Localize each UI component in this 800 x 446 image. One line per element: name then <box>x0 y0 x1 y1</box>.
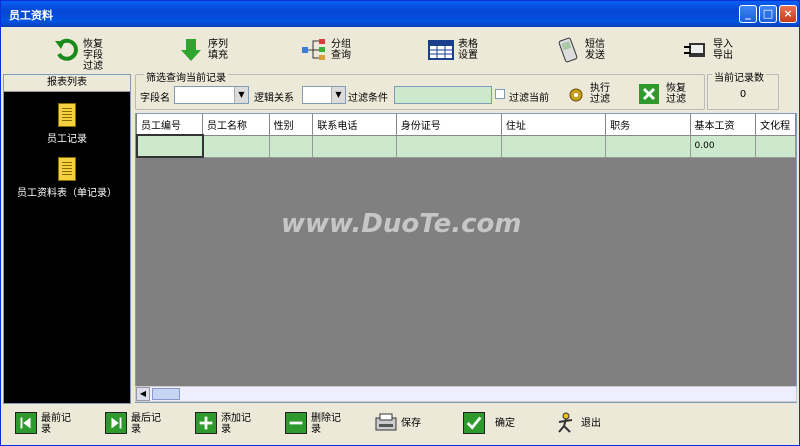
toolbar: 恢复 字段 过滤 序列 填充 分组 查询 表格 设置 短信 发送 导入 导出 <box>3 28 797 73</box>
column-header[interactable]: 员工名称 <box>202 114 270 136</box>
scroll-thumb[interactable] <box>152 388 180 400</box>
column-header[interactable]: 身份证号 <box>396 114 502 136</box>
window-title: 员工资料 <box>9 9 53 22</box>
minimize-button[interactable]: _ <box>739 5 757 23</box>
column-header[interactable]: 联系电话 <box>312 114 397 136</box>
execute-filter-label: 执行 过滤 <box>590 83 610 105</box>
gear-icon <box>569 88 583 102</box>
records-table: 员工编号 员工名称 性别 联系电话 身份证号 住址 职务 基本工资 文化程 0.… <box>136 114 796 158</box>
exit-icon <box>558 412 573 433</box>
report-book-icon <box>58 157 76 181</box>
data-grid[interactable]: 员工编号 员工名称 性别 联系电话 身份证号 住址 职务 基本工资 文化程 0.… <box>135 113 797 403</box>
tree-icon <box>302 39 325 60</box>
restore-filter-button[interactable]: 恢复 过滤 <box>638 81 698 109</box>
toolbar-label: 短信 发送 <box>585 39 605 61</box>
column-header[interactable]: 文化程 <box>755 114 796 136</box>
toolbar-label: 恢复 字段 过滤 <box>83 39 103 72</box>
button-label: 保存 <box>401 418 421 429</box>
button-label: 添加记 录 <box>221 413 251 435</box>
filter-group: 筛选查询当前记录 字段名 ▼ 逻辑关系 ▼ 过滤条件 过滤当前 执行 过滤 恢复… <box>135 69 705 110</box>
button-label: 退出 <box>581 418 601 429</box>
record-count-value: 0 <box>739 89 747 100</box>
down-arrow-icon <box>181 39 201 61</box>
phone-icon <box>558 37 578 63</box>
maximize-button[interactable]: □ <box>759 5 777 23</box>
report-item-employee-records[interactable]: 员工记录 <box>4 103 130 145</box>
button-label: 最前记 录 <box>41 413 71 435</box>
logic-select[interactable]: ▼ <box>302 86 346 104</box>
main-window: 员工资料 _ □ × 恢复 字段 过滤 序列 填充 分组 查询 表格 设置 短信… <box>0 0 800 446</box>
title-bar[interactable]: 员工资料 _ □ × <box>1 1 799 27</box>
filter-current-label: 过滤当前 <box>509 93 549 104</box>
table-cell[interactable] <box>136 134 204 158</box>
report-list-header: 报表列表 <box>4 75 130 92</box>
bottom-toolbar: 最前记 录 最后记 录 添加记 录 删除记 录 保存 确定 退出 <box>3 405 797 443</box>
last-record-icon <box>105 412 127 434</box>
condition-input[interactable] <box>394 86 492 104</box>
record-count-label: 当前记录数 <box>712 69 766 84</box>
field-name-select[interactable]: ▼ <box>174 86 249 104</box>
button-label: 确定 <box>495 418 515 429</box>
field-name-label: 字段名 <box>140 93 170 104</box>
table-cell[interactable]: 0.00 <box>690 135 757 158</box>
close-button[interactable]: × <box>779 5 797 23</box>
close-box-icon <box>639 84 659 104</box>
logic-label: 逻辑关系 <box>254 93 294 104</box>
toolbar-label: 导入 导出 <box>713 39 733 61</box>
column-header[interactable]: 员工编号 <box>137 114 204 136</box>
watermark: www.DuoTe.com <box>281 209 522 239</box>
remove-icon <box>285 412 307 434</box>
column-header[interactable]: 性别 <box>269 114 314 136</box>
button-label: 删除记 录 <box>311 413 341 435</box>
check-icon <box>463 412 485 434</box>
toolbar-label: 序列 填充 <box>208 39 228 61</box>
column-header[interactable]: 基本工资 <box>690 114 757 136</box>
table-cell[interactable] <box>755 135 796 158</box>
report-list-panel: 报表列表 员工记录 员工资料表（单记录） <box>3 74 131 404</box>
button-label: 最后记 录 <box>131 413 161 435</box>
column-header[interactable]: 住址 <box>501 114 607 136</box>
table-cell[interactable] <box>202 135 270 158</box>
condition-label: 过滤条件 <box>348 93 388 104</box>
table-row[interactable]: 0.00 <box>136 134 796 158</box>
table-header-row: 员工编号 员工名称 性别 联系电话 身份证号 住址 职务 基本工资 文化程 <box>137 114 796 136</box>
table-cell[interactable] <box>312 135 397 158</box>
column-header[interactable]: 职务 <box>605 114 691 136</box>
first-record-icon <box>15 412 37 434</box>
filter-legend: 筛选查询当前记录 <box>144 69 228 84</box>
report-item-label: 员工资料表（单记录） <box>17 188 117 199</box>
chevron-down-icon[interactable]: ▼ <box>331 87 345 103</box>
restore-filter-label: 恢复 过滤 <box>666 83 686 105</box>
table-cell[interactable] <box>396 135 502 158</box>
horizontal-scrollbar[interactable]: ◀ <box>135 386 797 402</box>
undo-arrow-icon <box>55 38 78 61</box>
chevron-down-icon[interactable]: ▼ <box>234 87 248 103</box>
grid-icon <box>428 40 454 60</box>
report-item-employee-sheet[interactable]: 员工资料表（单记录） <box>4 157 130 199</box>
save-icon <box>375 413 397 431</box>
report-book-icon <box>58 103 76 127</box>
filter-current-checkbox[interactable] <box>495 89 505 99</box>
transfer-icon <box>684 43 705 57</box>
table-cell[interactable] <box>605 135 691 158</box>
table-cell[interactable] <box>269 135 314 158</box>
report-item-label: 员工记录 <box>47 134 87 145</box>
scroll-left-icon[interactable]: ◀ <box>136 387 150 401</box>
record-count-box: 当前记录数 0 <box>707 69 779 110</box>
table-cell[interactable] <box>501 135 607 158</box>
execute-filter-button[interactable]: 执行 过滤 <box>566 81 626 109</box>
toolbar-label: 表格 设置 <box>458 39 478 61</box>
toolbar-label: 分组 查询 <box>331 39 351 61</box>
add-icon <box>195 412 217 434</box>
